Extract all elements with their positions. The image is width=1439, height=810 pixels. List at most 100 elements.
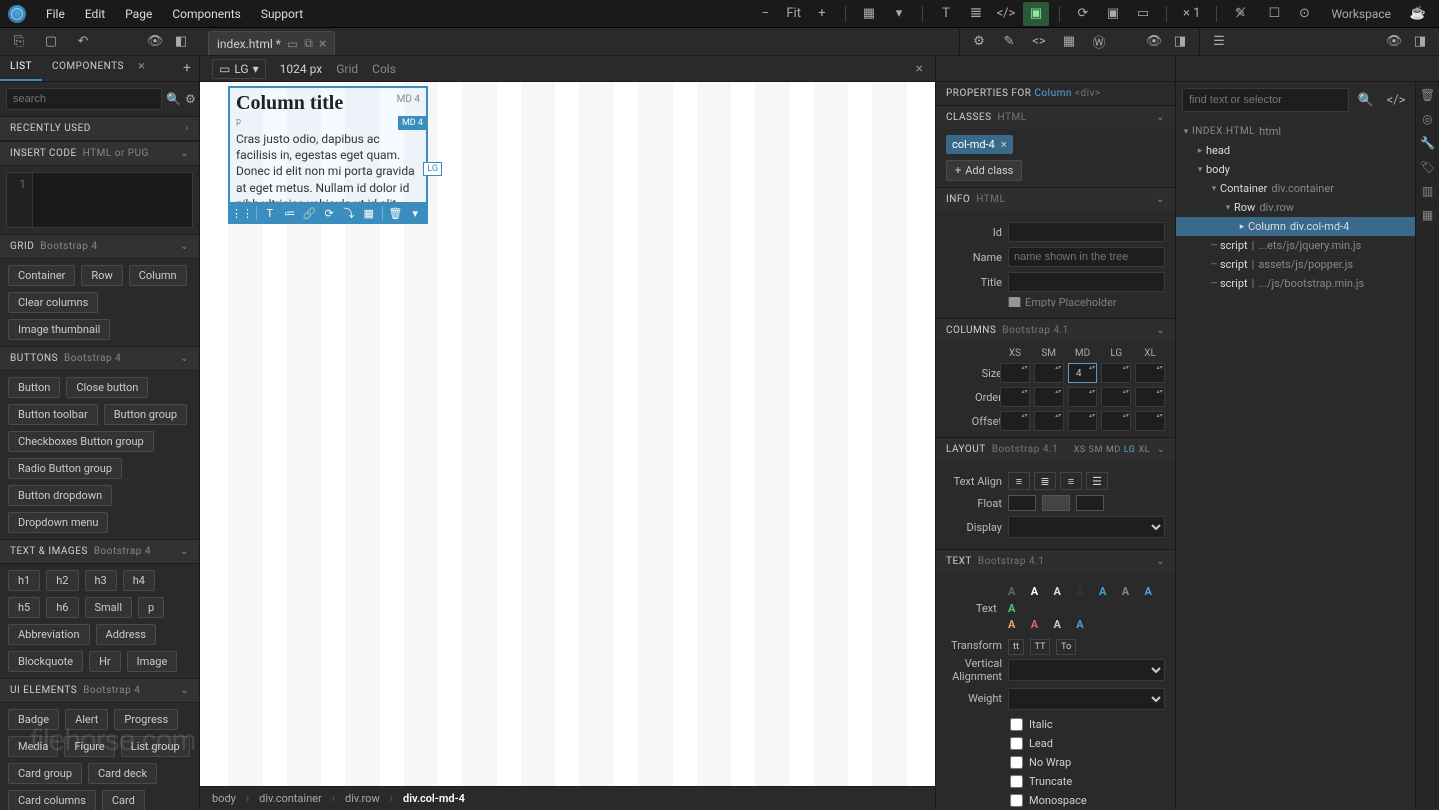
menu-page[interactable]: Page (115, 3, 162, 25)
bp-tab[interactable]: MD (1106, 445, 1121, 455)
code-toggle-icon[interactable]: </> (1383, 88, 1409, 112)
class-chip[interactable]: col-md-4× (946, 135, 1013, 154)
html-icon[interactable]: <> (1026, 30, 1052, 54)
brush-off-icon[interactable]: ✎̸ (1227, 2, 1253, 26)
more-icon[interactable]: ▾ (406, 204, 424, 222)
align-left[interactable]: ≡ (1008, 472, 1030, 490)
align-center[interactable]: ≣ (1034, 472, 1056, 490)
input-id[interactable] (1008, 222, 1165, 242)
input-title[interactable] (1008, 272, 1165, 292)
text-primary[interactable]: A (1094, 584, 1112, 600)
tree-script[interactable]: —script|.../js/bootstrap.min.js (1176, 274, 1415, 293)
library-item[interactable]: Image (127, 651, 178, 672)
column-paragraph[interactable]: Cras justo odio, dapibus ac facilisis in… (236, 131, 420, 212)
library-item[interactable]: Media (8, 736, 58, 757)
eye3-icon[interactable]: 👁 (1381, 30, 1407, 54)
tree-root[interactable]: ▾INDEX.HTMLhtml (1176, 122, 1415, 141)
breadcrumb-item[interactable]: body (212, 792, 236, 805)
design-canvas[interactable]: MD 4 Column title p Cras justo odio, dap… (200, 82, 935, 786)
panel2-icon[interactable]: ◨ (1167, 30, 1193, 54)
chevron-right-icon[interactable]: ▸ (1194, 146, 1206, 156)
chevron-down-icon[interactable]: ▾ (1194, 165, 1206, 175)
empty-placeholder-checkbox[interactable] (1008, 297, 1021, 307)
section-text[interactable]: TEXTBootstrap 4.1⌄ (936, 550, 1175, 573)
offset-md[interactable]: ▴▾ (1068, 411, 1098, 431)
tab-components-close-icon[interactable]: × (134, 56, 149, 81)
size-sm[interactable]: ▴▾ (1034, 363, 1064, 383)
library-item[interactable]: Close button (66, 377, 148, 398)
page-mult[interactable]: × 1 (1177, 2, 1206, 26)
library-item[interactable]: h3 (85, 570, 117, 591)
order-sm[interactable]: ▴▾ (1034, 387, 1064, 407)
text-warning[interactable]: A (1003, 617, 1021, 633)
library-item[interactable]: h5 (8, 597, 40, 618)
bp-tab[interactable]: XS (1074, 445, 1086, 455)
library-item[interactable]: Card columns (8, 790, 96, 810)
panel3-icon[interactable]: ◨ (1407, 30, 1433, 54)
chevron-down-icon[interactable]: ▾ (1222, 203, 1234, 213)
library-item[interactable]: Small (85, 597, 133, 618)
section-recent[interactable]: RECENTLY USED› (0, 116, 199, 141)
tree-container[interactable]: ▾Containerdiv.container (1176, 179, 1415, 198)
add-class-button[interactable]: +Add class (946, 160, 1022, 181)
order-xs[interactable]: ▴▾ (1000, 387, 1030, 407)
text-danger[interactable]: A (1025, 617, 1043, 633)
italic-checkbox[interactable] (1010, 718, 1023, 731)
new-window-icon[interactable]: ⎘ (6, 30, 32, 54)
zoom-out-icon[interactable]: − (752, 2, 778, 26)
chevron-down-icon[interactable]: ▾ (1208, 184, 1220, 194)
filter-icon[interactable]: ⚙ (185, 88, 196, 110)
stepper[interactable]: ▴▾ (1123, 412, 1130, 430)
float-left[interactable] (1008, 495, 1036, 511)
library-item[interactable]: Card deck (88, 763, 157, 784)
section-text-images[interactable]: TEXT & IMAGESBootstrap 4⌄ (0, 539, 199, 564)
offset-lg[interactable]: ▴▾ (1101, 411, 1131, 431)
app-logo[interactable] (8, 5, 26, 23)
bp-tab[interactable]: XL (1138, 445, 1150, 455)
library-item[interactable]: p (138, 597, 164, 618)
settings-icon[interactable]: ⚙ (966, 30, 992, 54)
properties-icon[interactable]: ≔ (281, 204, 299, 222)
panel-toggle-icon[interactable]: ◧ (168, 30, 194, 54)
tree-script[interactable]: —script|assets/js/popper.js (1176, 255, 1415, 274)
zoom-reset-icon[interactable]: ⊙ (1291, 2, 1317, 26)
column-title[interactable]: Column title (236, 92, 420, 115)
section-classes[interactable]: CLASSESHTML⌄ (936, 106, 1175, 129)
brush-icon[interactable]: ✎ (996, 30, 1022, 54)
stepper[interactable]: ▴▾ (1089, 364, 1096, 382)
library-item[interactable]: Button toolbar (8, 404, 98, 425)
stepper[interactable]: ▴▾ (1055, 364, 1062, 382)
size-md[interactable]: ▴▾ (1068, 363, 1098, 383)
library-item[interactable]: Image thumbnail (8, 319, 110, 340)
canvas-close-icon[interactable]: × (916, 61, 923, 77)
zoom-fit[interactable]: Fit (782, 2, 805, 26)
stepper[interactable]: ▴▾ (1123, 388, 1130, 406)
library-item[interactable]: Abbreviation (8, 624, 90, 645)
section-ui-elements[interactable]: UI ELEMENTSBootstrap 4⌄ (0, 678, 199, 703)
menu-components[interactable]: Components (162, 3, 251, 25)
ruler-icon[interactable]: 𝌆 (963, 2, 989, 26)
order-lg[interactable]: ▴▾ (1101, 387, 1131, 407)
js-toggle-icon[interactable]: ▣ (1023, 2, 1049, 26)
layout-icon[interactable]: ▭ (1130, 2, 1156, 26)
link-icon[interactable]: 🔗 (300, 204, 318, 222)
search-icon[interactable]: 🔍 (166, 88, 181, 110)
code-icon[interactable]: </> (993, 2, 1019, 26)
delete-icon[interactable]: 🗑 (386, 204, 404, 222)
library-item[interactable]: Checkboxes Button group (8, 431, 154, 452)
text-body[interactable]: A (1048, 617, 1066, 633)
section-columns[interactable]: COLUMNSBootstrap 4.1⌄ (936, 319, 1175, 342)
float-right[interactable] (1076, 495, 1104, 511)
size-xs[interactable]: ▴▾ (1000, 363, 1030, 383)
library-item[interactable]: Radio Button group (8, 458, 122, 479)
zoom-in-icon[interactable]: + (809, 2, 835, 26)
library-item[interactable]: Blockquote (8, 651, 83, 672)
stepper[interactable]: ▴▾ (1021, 364, 1028, 382)
tree-script[interactable]: —script|...ets/js/jquery.min.js (1176, 236, 1415, 255)
text-edit-icon[interactable]: T (261, 204, 279, 222)
text-light[interactable]: A (1048, 584, 1066, 600)
library-item[interactable]: h4 (123, 570, 155, 591)
tree-head[interactable]: ▸head (1176, 141, 1415, 160)
stepper[interactable]: ▴▾ (1157, 364, 1164, 382)
dom-search-input[interactable] (1182, 88, 1349, 112)
